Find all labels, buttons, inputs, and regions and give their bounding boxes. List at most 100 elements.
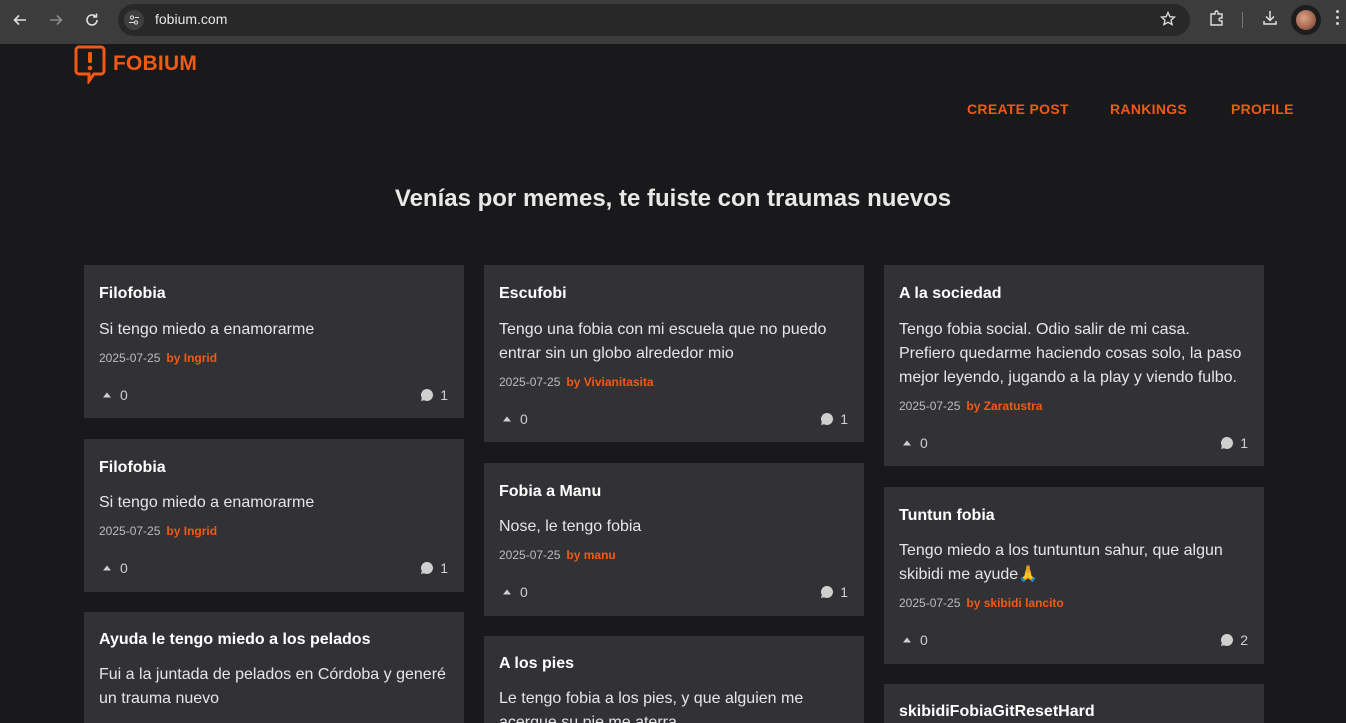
post-author[interactable]: by Zaratustra xyxy=(966,399,1042,413)
nav-profile[interactable]: PROFILE xyxy=(1231,101,1294,117)
post-title[interactable]: Fobia a Manu xyxy=(499,483,601,501)
post-card[interactable]: A la sociedad Tengo fobia social. Odio s… xyxy=(884,265,1264,466)
post-title[interactable]: A los pies xyxy=(499,655,574,673)
comment-icon xyxy=(821,586,834,598)
post-author[interactable]: by skibidi lancito xyxy=(966,596,1063,610)
post-body: Tengo una fobia con mi escuela que no pu… xyxy=(499,321,827,362)
post-body: Nose, le tengo fobia xyxy=(499,518,642,535)
upvote-icon xyxy=(503,589,511,595)
post-card[interactable]: Fobia a Manu Nose, le tengo fobia 2025-0… xyxy=(484,463,864,616)
post-meta: 2025-07-25 by Ingrid xyxy=(99,351,217,365)
post-date: 2025-07-25 xyxy=(99,351,161,365)
comment-icon xyxy=(1221,437,1234,449)
browser-toolbar: fobium.com xyxy=(0,0,1346,44)
toolbar-separator xyxy=(1242,12,1243,28)
logo-alert-icon xyxy=(74,45,106,84)
post-date: 2025-07-25 xyxy=(899,596,961,610)
vote-count: 0 xyxy=(920,435,928,451)
address-bar[interactable]: fobium.com xyxy=(118,4,1190,36)
post-card[interactable]: skibidiFobiaGitResetHard xyxy=(884,684,1264,723)
reload-icon[interactable] xyxy=(80,8,104,32)
forward-icon[interactable] xyxy=(44,8,68,32)
post-title[interactable]: Tuntun fobia xyxy=(899,507,995,525)
vote-count: 0 xyxy=(520,584,528,600)
comments-button[interactable]: 1 xyxy=(1220,435,1248,451)
post-body: Fui a la juntada de pelados en Córdoba y… xyxy=(99,666,446,707)
vote-count: 0 xyxy=(120,387,128,403)
comments-button[interactable]: 1 xyxy=(820,411,848,427)
upvote-button[interactable]: 0 xyxy=(502,411,528,427)
nav-create-post[interactable]: CREATE POST xyxy=(967,101,1069,117)
upvote-icon xyxy=(103,565,111,571)
url-text: fobium.com xyxy=(155,11,228,27)
post-meta: 2025-07-25 by Vivianitasita xyxy=(499,375,654,389)
post-title[interactable]: Escufobi xyxy=(499,285,567,303)
comments-button[interactable]: 1 xyxy=(820,584,848,600)
post-date: 2025-07-25 xyxy=(499,375,561,389)
comment-icon xyxy=(1221,634,1234,646)
comments-button[interactable]: 2 xyxy=(1220,632,1248,648)
comment-count: 1 xyxy=(840,584,848,600)
post-body: Le tengo fobia a los pies, y que alguien… xyxy=(499,690,804,723)
upvote-button[interactable]: 0 xyxy=(502,584,528,600)
menu-icon[interactable] xyxy=(1336,10,1340,28)
post-body: Tengo fobia social. Odio salir de mi cas… xyxy=(899,321,1242,386)
page-tagline: Venías por memes, te fuiste con traumas … xyxy=(394,185,952,212)
post-meta: 2025-07-25 by Ingrid xyxy=(99,524,217,538)
vote-count: 0 xyxy=(120,560,128,576)
upvote-icon xyxy=(103,392,111,398)
comment-count: 2 xyxy=(1240,632,1248,648)
post-author[interactable]: by manu xyxy=(566,548,615,562)
upvote-icon xyxy=(503,416,511,422)
comments-button[interactable]: 1 xyxy=(420,560,448,576)
post-date: 2025-07-25 xyxy=(99,524,161,538)
post-card[interactable]: A los pies Le tengo fobia a los pies, y … xyxy=(484,636,864,723)
nav-rankings[interactable]: RANKINGS xyxy=(1110,101,1187,117)
post-meta: 2025-07-25 by skibidi lancito xyxy=(899,596,1064,610)
extensions-icon[interactable] xyxy=(1208,9,1226,32)
back-icon[interactable] xyxy=(8,8,32,32)
comment-count: 1 xyxy=(440,560,448,576)
post-body: Tengo miedo a los tuntuntun sahur, que a… xyxy=(899,542,1223,583)
post-author[interactable]: by Vivianitasita xyxy=(566,375,653,389)
vote-count: 0 xyxy=(520,411,528,427)
post-body: Si tengo miedo a enamorarme xyxy=(99,321,315,338)
comment-count: 1 xyxy=(440,387,448,403)
post-title[interactable]: skibidiFobiaGitResetHard xyxy=(899,703,1095,721)
post-title[interactable]: A la sociedad xyxy=(899,285,1002,303)
post-meta: 2025-07-25 by manu xyxy=(499,548,616,562)
post-title[interactable]: Filofobia xyxy=(99,285,166,303)
comment-icon xyxy=(421,562,434,574)
post-meta: 2025-07-25 by Zaratustra xyxy=(899,399,1042,413)
post-card[interactable]: Filofobia Si tengo miedo a enamorarme 20… xyxy=(84,265,464,418)
comment-count: 1 xyxy=(1240,435,1248,451)
upvote-button[interactable]: 0 xyxy=(102,387,128,403)
post-card[interactable]: Filofobia Si tengo miedo a enamorarme 20… xyxy=(84,439,464,592)
post-title[interactable]: Ayuda le tengo miedo a los pelados xyxy=(99,631,370,649)
post-title[interactable]: Filofobia xyxy=(99,459,166,477)
comment-count: 1 xyxy=(840,411,848,427)
bookmark-star-icon[interactable] xyxy=(1159,10,1177,32)
post-date: 2025-07-25 xyxy=(899,399,961,413)
upvote-button[interactable]: 0 xyxy=(902,435,928,451)
profile-avatar[interactable] xyxy=(1291,5,1321,35)
post-author[interactable]: by Ingrid xyxy=(166,524,217,538)
upvote-icon xyxy=(903,440,911,446)
logo-text: FOBIUM xyxy=(113,52,198,75)
comment-icon xyxy=(821,413,834,425)
post-author[interactable]: by Ingrid xyxy=(166,351,217,365)
upvote-icon xyxy=(903,637,911,643)
site-logo[interactable]: FOBIUM xyxy=(73,44,197,84)
upvote-button[interactable]: 0 xyxy=(902,632,928,648)
comments-button[interactable]: 1 xyxy=(420,387,448,403)
site-settings-icon[interactable] xyxy=(124,10,144,30)
post-date: 2025-07-25 xyxy=(499,548,561,562)
post-card[interactable]: Escufobi Tengo una fobia con mi escuela … xyxy=(484,265,864,442)
comment-icon xyxy=(421,389,434,401)
vote-count: 0 xyxy=(920,632,928,648)
post-card[interactable]: Tuntun fobia Tengo miedo a los tuntuntun… xyxy=(884,487,1264,664)
post-card[interactable]: Ayuda le tengo miedo a los pelados Fui a… xyxy=(84,612,464,723)
upvote-button[interactable]: 0 xyxy=(102,560,128,576)
post-body: Si tengo miedo a enamorarme xyxy=(99,494,315,511)
downloads-icon[interactable] xyxy=(1261,9,1279,32)
